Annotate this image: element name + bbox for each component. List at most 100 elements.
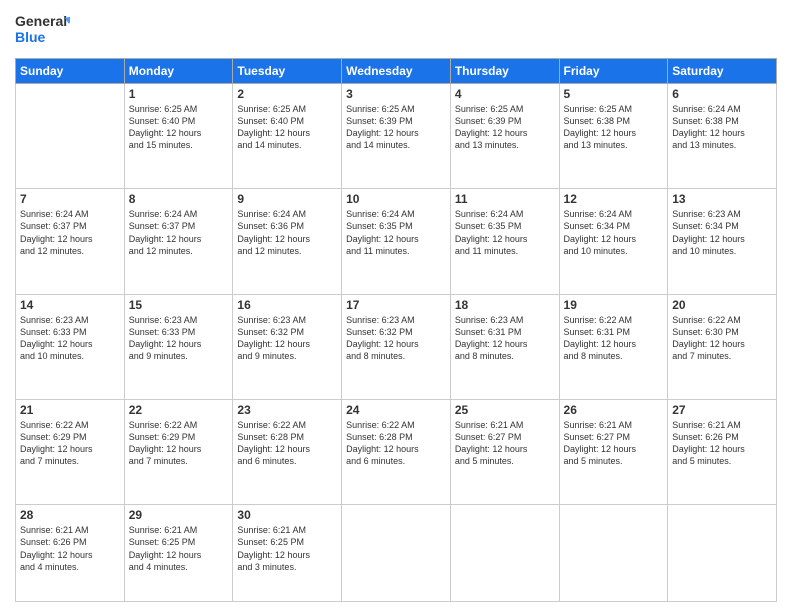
calendar-cell: 13 Sunrise: 6:23 AM Sunset: 6:34 PM Dayli… [668, 189, 777, 294]
week-row-5: 28 Sunrise: 6:21 AM Sunset: 6:26 PM Dayli… [16, 505, 777, 602]
calendar-cell: 26Sunrise: 6:21 AM Sunset: 6:27 PM Dayli… [559, 399, 668, 504]
day-info: Sunrise: 6:24 AM Sunset: 6:36 PM Dayligh… [237, 208, 337, 257]
calendar-cell: 27 Sunrise: 6:21 AM Sunset: 6:26 PM Dayli… [668, 399, 777, 504]
day-number: 12 [564, 192, 664, 206]
header: General Blue [15, 10, 777, 50]
day-info: Sunrise: 6:22 AM Sunset: 6:31 PM Dayligh… [564, 314, 664, 363]
calendar-cell: 10Sunrise: 6:24 AM Sunset: 6:35 PM Dayli… [342, 189, 451, 294]
day-info: Sunrise: 6:25 AM Sunset: 6:38 PM Dayligh… [564, 103, 664, 152]
page: General Blue SundayMondayTuesdayWednesda… [0, 0, 792, 612]
calendar-cell [342, 505, 451, 602]
day-number: 5 [564, 87, 664, 101]
weekday-header-sunday: Sunday [16, 59, 125, 84]
day-info: Sunrise: 6:25 AM Sunset: 6:40 PM Dayligh… [237, 103, 337, 152]
calendar-cell [450, 505, 559, 602]
day-info: Sunrise: 6:25 AM Sunset: 6:40 PM Dayligh… [129, 103, 229, 152]
weekday-header-friday: Friday [559, 59, 668, 84]
day-number: 18 [455, 298, 555, 312]
weekday-header-wednesday: Wednesday [342, 59, 451, 84]
day-info: Sunrise: 6:22 AM Sunset: 6:29 PM Dayligh… [129, 419, 229, 468]
calendar-cell: 30Sunrise: 6:21 AM Sunset: 6:25 PM Dayli… [233, 505, 342, 602]
day-number: 14 [20, 298, 120, 312]
day-number: 7 [20, 192, 120, 206]
calendar-cell: 3 Sunrise: 6:25 AM Sunset: 6:39 PM Daylig… [342, 84, 451, 189]
calendar-cell: 25 Sunrise: 6:21 AM Sunset: 6:27 PM Dayli… [450, 399, 559, 504]
day-info: Sunrise: 6:21 AM Sunset: 6:27 PM Dayligh… [564, 419, 664, 468]
day-number: 27 [672, 403, 772, 417]
day-info: Sunrise: 6:21 AM Sunset: 6:25 PM Dayligh… [237, 524, 337, 573]
day-info: Sunrise: 6:24 AM Sunset: 6:35 PM Dayligh… [346, 208, 446, 257]
day-number: 16 [237, 298, 337, 312]
calendar-cell: 28 Sunrise: 6:21 AM Sunset: 6:26 PM Dayli… [16, 505, 125, 602]
day-info: Sunrise: 6:21 AM Sunset: 6:26 PM Dayligh… [20, 524, 120, 573]
day-info: Sunrise: 6:21 AM Sunset: 6:26 PM Dayligh… [672, 419, 772, 468]
day-number: 28 [20, 508, 120, 522]
day-number: 23 [237, 403, 337, 417]
calendar-cell: 7 Sunrise: 6:24 AM Sunset: 6:37 PM Daylig… [16, 189, 125, 294]
calendar-cell: 5 Sunrise: 6:25 AM Sunset: 6:38 PM Daylig… [559, 84, 668, 189]
calendar-cell [16, 84, 125, 189]
day-info: Sunrise: 6:24 AM Sunset: 6:37 PM Dayligh… [20, 208, 120, 257]
day-info: Sunrise: 6:23 AM Sunset: 6:33 PM Dayligh… [20, 314, 120, 363]
day-number: 3 [346, 87, 446, 101]
calendar-cell: 2 Sunrise: 6:25 AM Sunset: 6:40 PM Daylig… [233, 84, 342, 189]
day-number: 6 [672, 87, 772, 101]
calendar-cell: 19 Sunrise: 6:22 AM Sunset: 6:31 PM Dayli… [559, 294, 668, 399]
logo: General Blue [15, 10, 70, 50]
day-info: Sunrise: 6:23 AM Sunset: 6:32 PM Dayligh… [346, 314, 446, 363]
calendar-cell: 21 Sunrise: 6:22 AM Sunset: 6:29 PM Dayli… [16, 399, 125, 504]
week-row-2: 7 Sunrise: 6:24 AM Sunset: 6:37 PM Daylig… [16, 189, 777, 294]
weekday-header-saturday: Saturday [668, 59, 777, 84]
weekday-header-tuesday: Tuesday [233, 59, 342, 84]
day-number: 20 [672, 298, 772, 312]
week-row-3: 14 Sunrise: 6:23 AM Sunset: 6:33 PM Dayli… [16, 294, 777, 399]
day-info: Sunrise: 6:23 AM Sunset: 6:32 PM Dayligh… [237, 314, 337, 363]
svg-text:General: General [15, 13, 67, 29]
day-number: 21 [20, 403, 120, 417]
day-number: 9 [237, 192, 337, 206]
day-info: Sunrise: 6:25 AM Sunset: 6:39 PM Dayligh… [346, 103, 446, 152]
day-info: Sunrise: 6:22 AM Sunset: 6:29 PM Dayligh… [20, 419, 120, 468]
day-info: Sunrise: 6:21 AM Sunset: 6:27 PM Dayligh… [455, 419, 555, 468]
day-info: Sunrise: 6:22 AM Sunset: 6:28 PM Dayligh… [346, 419, 446, 468]
calendar-cell [559, 505, 668, 602]
svg-text:Blue: Blue [15, 29, 46, 45]
day-number: 4 [455, 87, 555, 101]
weekday-header-thursday: Thursday [450, 59, 559, 84]
calendar-cell: 14 Sunrise: 6:23 AM Sunset: 6:33 PM Dayli… [16, 294, 125, 399]
day-number: 1 [129, 87, 229, 101]
day-number: 25 [455, 403, 555, 417]
calendar-cell: 20 Sunrise: 6:22 AM Sunset: 6:30 PM Dayli… [668, 294, 777, 399]
logo-svg: General Blue [15, 10, 70, 50]
weekday-header-monday: Monday [124, 59, 233, 84]
calendar-cell: 9 Sunrise: 6:24 AM Sunset: 6:36 PM Daylig… [233, 189, 342, 294]
day-info: Sunrise: 6:22 AM Sunset: 6:30 PM Dayligh… [672, 314, 772, 363]
day-info: Sunrise: 6:21 AM Sunset: 6:25 PM Dayligh… [129, 524, 229, 573]
day-number: 15 [129, 298, 229, 312]
calendar-cell: 17 Sunrise: 6:23 AM Sunset: 6:32 PM Dayli… [342, 294, 451, 399]
calendar-cell: 1 Sunrise: 6:25 AM Sunset: 6:40 PM Daylig… [124, 84, 233, 189]
calendar-cell: 11Sunrise: 6:24 AM Sunset: 6:35 PM Dayli… [450, 189, 559, 294]
calendar-cell: 16 Sunrise: 6:23 AM Sunset: 6:32 PM Dayli… [233, 294, 342, 399]
day-number: 2 [237, 87, 337, 101]
day-number: 8 [129, 192, 229, 206]
day-info: Sunrise: 6:23 AM Sunset: 6:31 PM Dayligh… [455, 314, 555, 363]
calendar-cell: 12Sunrise: 6:24 AM Sunset: 6:34 PM Dayli… [559, 189, 668, 294]
calendar-cell: 6Sunrise: 6:24 AM Sunset: 6:38 PM Daylig… [668, 84, 777, 189]
day-number: 17 [346, 298, 446, 312]
day-info: Sunrise: 6:23 AM Sunset: 6:34 PM Dayligh… [672, 208, 772, 257]
calendar-cell: 24 Sunrise: 6:22 AM Sunset: 6:28 PM Dayli… [342, 399, 451, 504]
calendar-cell: 8Sunrise: 6:24 AM Sunset: 6:37 PM Daylig… [124, 189, 233, 294]
day-info: Sunrise: 6:24 AM Sunset: 6:35 PM Dayligh… [455, 208, 555, 257]
calendar-table: SundayMondayTuesdayWednesdayThursdayFrid… [15, 58, 777, 602]
day-info: Sunrise: 6:23 AM Sunset: 6:33 PM Dayligh… [129, 314, 229, 363]
day-number: 13 [672, 192, 772, 206]
weekday-header-row: SundayMondayTuesdayWednesdayThursdayFrid… [16, 59, 777, 84]
calendar-cell: 18 Sunrise: 6:23 AM Sunset: 6:31 PM Dayli… [450, 294, 559, 399]
day-number: 22 [129, 403, 229, 417]
day-number: 29 [129, 508, 229, 522]
day-number: 19 [564, 298, 664, 312]
day-number: 24 [346, 403, 446, 417]
calendar-cell: 23Sunrise: 6:22 AM Sunset: 6:28 PM Dayli… [233, 399, 342, 504]
week-row-1: 1 Sunrise: 6:25 AM Sunset: 6:40 PM Daylig… [16, 84, 777, 189]
